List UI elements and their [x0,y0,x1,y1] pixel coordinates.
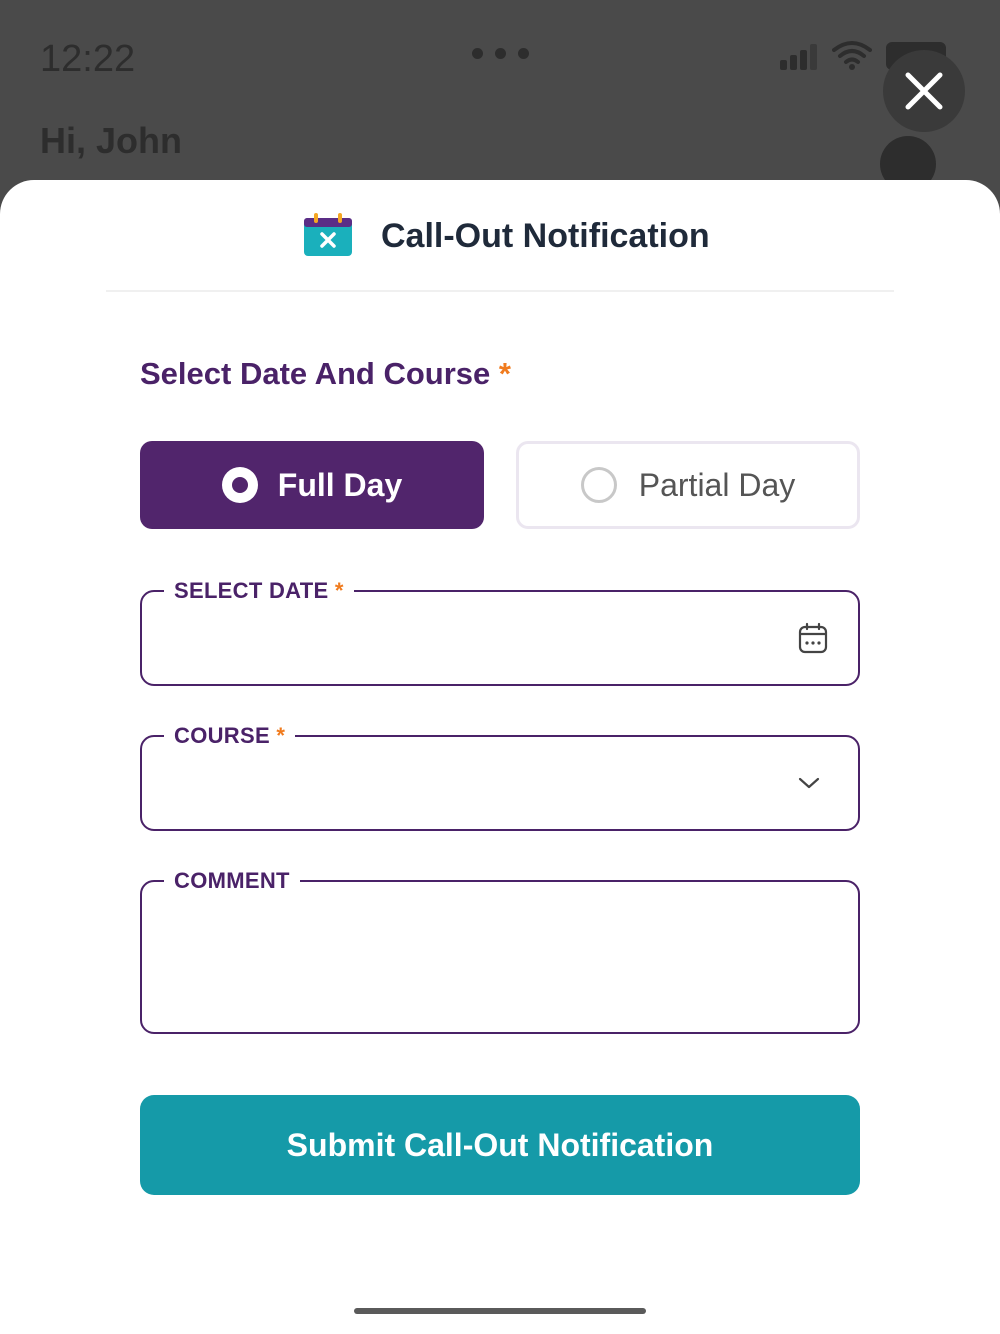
full-day-option[interactable]: Full Day [140,441,484,529]
course-select[interactable]: COURSE * [140,722,860,831]
partial-day-label: Partial Day [638,466,796,503]
select-date-label: SELECT DATE * [164,577,354,605]
chevron-down-icon[interactable] [796,767,822,799]
submit-button-label: Submit Call-Out Notification [286,1126,714,1163]
radio-selected-icon [221,467,258,503]
select-date-label-text: SELECT DATE [174,578,329,603]
sheet-header: Call-Out Notification [106,180,894,292]
required-mark: * [498,356,511,391]
required-mark: * [334,578,344,603]
comment-field[interactable]: COMMENT [140,867,860,1034]
required-mark: * [276,723,286,748]
home-indicator [354,1308,646,1314]
select-date-field[interactable]: SELECT DATE * [140,577,860,686]
calendar-icon[interactable] [798,622,828,654]
close-button[interactable] [883,50,965,132]
modal-title: Call-Out Notification [381,217,710,255]
close-icon [905,72,943,110]
radio-unselected-icon [580,467,617,503]
comment-label: COMMENT [164,867,300,895]
course-label-text: COURSE [174,723,270,748]
status-time: 12:22 [40,38,136,80]
full-day-label: Full Day [277,466,403,503]
calendar-x-icon [304,213,352,256]
section-label: Select Date And Course * [140,356,511,392]
call-out-sheet: Call-Out Notification Select Date And Co… [0,180,1000,1334]
course-label: COURSE * [164,722,296,750]
signal-icon [780,44,817,70]
more-dots-icon [472,48,529,59]
section-label-text: Select Date And Course [140,356,491,391]
wifi-icon [832,41,872,70]
partial-day-option[interactable]: Partial Day [516,441,860,529]
submit-button[interactable]: Submit Call-Out Notification [140,1095,860,1195]
status-bar: 12:22 [0,0,1000,110]
greeting: Hi, John [40,120,182,161]
